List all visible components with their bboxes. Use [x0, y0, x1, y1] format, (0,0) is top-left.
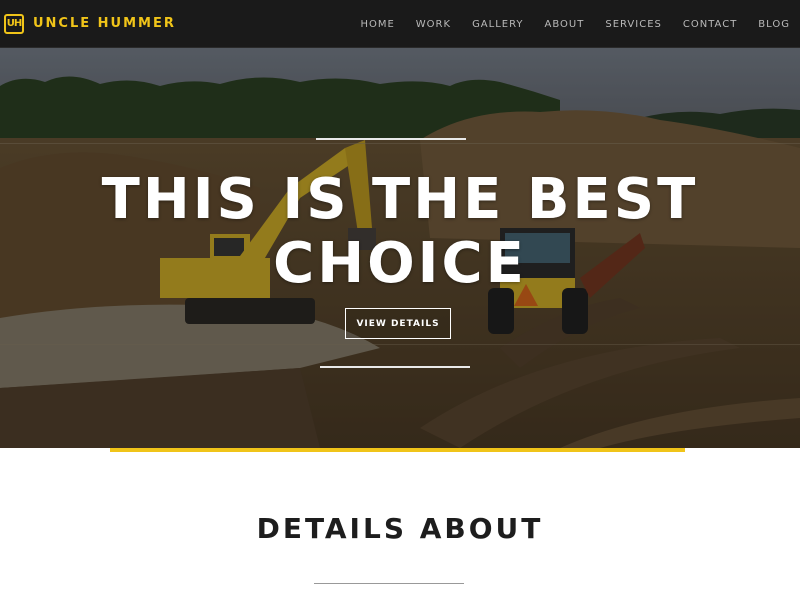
section-divider	[314, 583, 464, 584]
logo-icon: UH	[4, 13, 24, 34]
hero-section: THIS IS THE BEST CHOICE VIEW DETAILS	[0, 48, 800, 448]
nav-about[interactable]: ABOUT	[545, 19, 585, 30]
nav-services[interactable]: SERVICES	[605, 19, 662, 30]
nav-contact[interactable]: CONTACT	[683, 19, 737, 30]
view-details-button[interactable]: VIEW DETAILS	[345, 308, 451, 339]
nav-work[interactable]: WORK	[416, 19, 451, 30]
hero-bottom-line	[320, 366, 470, 368]
logo[interactable]: UH UNCLE HUMMER	[4, 0, 176, 48]
section-title: DETAILS ABOUT	[256, 512, 544, 545]
hero-top-line	[316, 138, 466, 140]
nav-home[interactable]: HOME	[360, 19, 394, 30]
nav-blog[interactable]: BLOG	[758, 19, 790, 30]
hero-title: THIS IS THE BEST CHOICE	[101, 167, 699, 296]
logo-text: UNCLE HUMMER	[33, 16, 176, 31]
accent-bar	[110, 448, 685, 452]
main-nav: HOME WORK GALLERY ABOUT SERVICES CONTACT…	[339, 0, 790, 48]
nav-gallery[interactable]: GALLERY	[472, 19, 523, 30]
site-header: UH UNCLE HUMMER HOME WORK GALLERY ABOUT …	[0, 0, 800, 48]
